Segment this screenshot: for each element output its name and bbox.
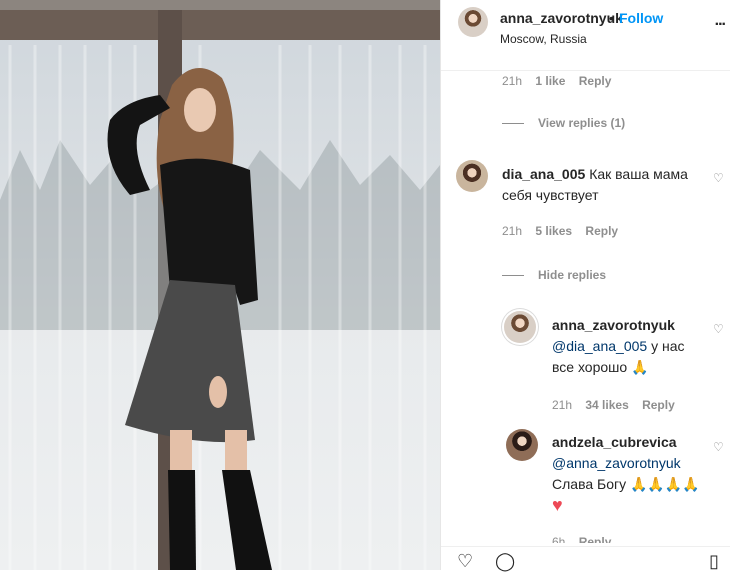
- mention-link[interactable]: @dia_ana_005: [552, 338, 647, 354]
- reply-username[interactable]: andzela_cubrevica: [552, 434, 677, 450]
- comment-likes[interactable]: 5 likes: [535, 224, 572, 238]
- like-reply-heart-icon[interactable]: ♡: [713, 440, 724, 454]
- comment-meta: 21h 1 like Reply: [502, 74, 621, 88]
- reply-author-avatar[interactable]: [506, 429, 538, 461]
- comment-time[interactable]: 21h: [502, 224, 522, 238]
- bookmark-icon[interactable]: ▯: [709, 551, 719, 572]
- replies-line: [502, 123, 524, 125]
- author-username[interactable]: anna_zavorotnyuk: [500, 10, 623, 26]
- reply-likes[interactable]: 34 likes: [585, 398, 628, 412]
- photo-illustration: [0, 0, 440, 570]
- red-heart-emoji: ♥: [552, 495, 563, 515]
- reply-time[interactable]: 21h: [552, 398, 572, 412]
- view-replies-button[interactable]: View replies (1): [502, 116, 625, 130]
- reply-meta: 6h Reply: [552, 535, 621, 543]
- reply-button[interactable]: Reply: [642, 398, 675, 412]
- reply-button[interactable]: Reply: [585, 224, 618, 238]
- post-photo[interactable]: [0, 0, 440, 570]
- mention-link[interactable]: @anna_zavorotnyuk: [552, 455, 681, 471]
- reply-text: anna_zavorotnyuk @dia_ana_005 у нас все …: [552, 315, 702, 378]
- reply-author-avatar[interactable]: [504, 311, 536, 343]
- replies-line: [502, 275, 524, 277]
- comment-meta: 21h 5 likes Reply: [502, 224, 628, 238]
- reply-time[interactable]: 6h: [552, 535, 565, 543]
- reply-text: andzela_cubrevica @anna_zavorotnyuk Слав…: [552, 432, 712, 517]
- comment-time[interactable]: 21h: [502, 74, 522, 88]
- action-bar: ♡ ◯ ▯: [441, 546, 730, 571]
- post-location[interactable]: Moscow, Russia: [500, 32, 587, 46]
- comment-likes[interactable]: 1 like: [535, 74, 565, 88]
- reply-username[interactable]: anna_zavorotnyuk: [552, 317, 675, 333]
- comment-text: dia_ana_005 Как ваша мама себя чувствует: [502, 164, 702, 206]
- reply-button[interactable]: Reply: [579, 535, 612, 543]
- like-icon[interactable]: ♡: [457, 551, 473, 572]
- comments-panel: anna_zavorotnyuk • Follow Moscow, Russia…: [440, 0, 730, 571]
- commenter-avatar[interactable]: [456, 160, 488, 192]
- like-reply-heart-icon[interactable]: ♡: [713, 322, 724, 336]
- reply-meta: 21h 34 likes Reply: [552, 398, 685, 412]
- reply-body: Слава Богу 🙏🙏🙏🙏: [552, 476, 700, 492]
- follow-button[interactable]: Follow: [619, 10, 663, 26]
- reply-button[interactable]: Reply: [579, 74, 612, 88]
- more-options-icon[interactable]: ...: [715, 12, 726, 30]
- author-avatar[interactable]: [458, 7, 488, 37]
- comment-icon[interactable]: ◯: [495, 551, 515, 572]
- hide-replies-label: Hide replies: [538, 268, 607, 282]
- hide-replies-button[interactable]: Hide replies: [502, 268, 606, 282]
- view-replies-label: View replies (1): [538, 116, 626, 130]
- separator-dot: •: [609, 10, 614, 26]
- like-comment-heart-icon[interactable]: ♡: [713, 171, 724, 185]
- commenter-username[interactable]: dia_ana_005: [502, 166, 585, 182]
- post-header: anna_zavorotnyuk • Follow Moscow, Russia…: [441, 0, 730, 71]
